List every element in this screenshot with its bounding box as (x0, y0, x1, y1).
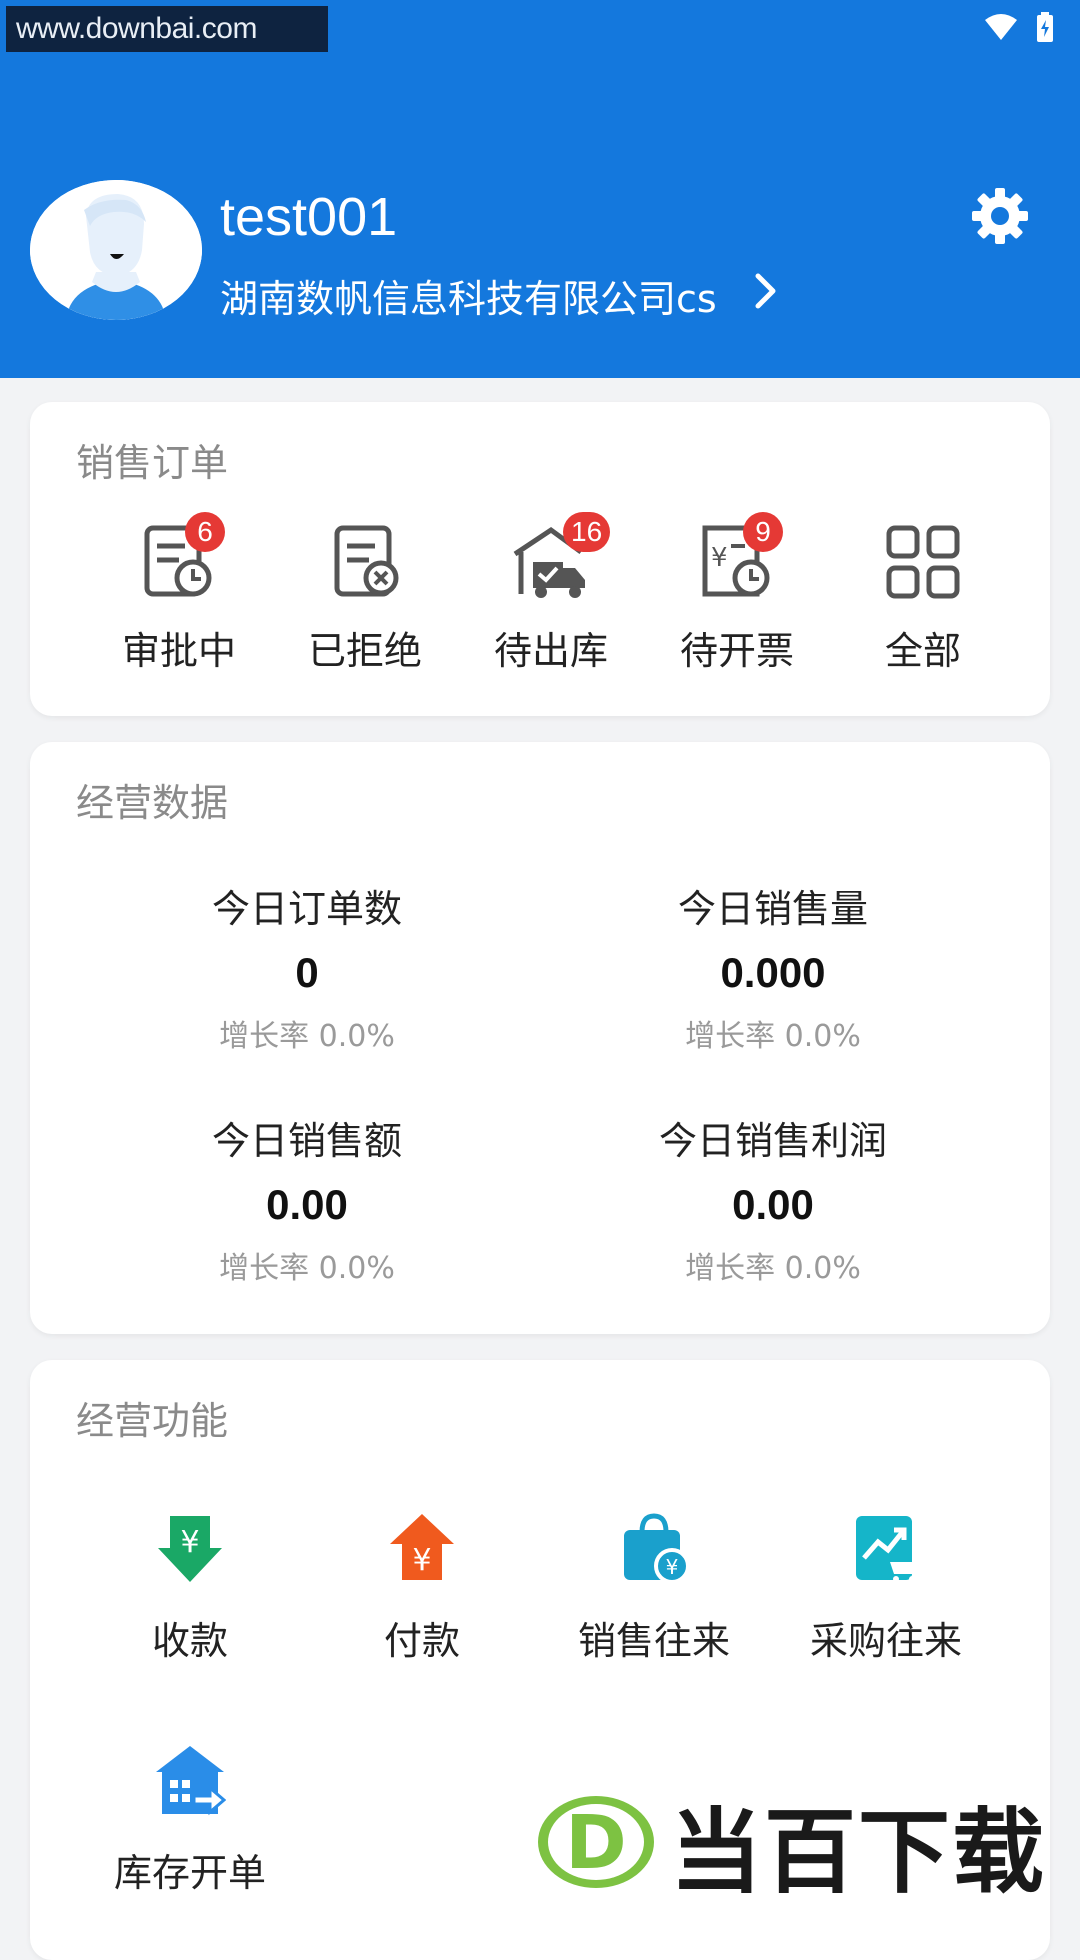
inventory-building-icon (154, 1744, 227, 1816)
func-inventory-order[interactable]: 库存开单 (74, 1744, 306, 1897)
stat-name: 今日销售额 (211, 1119, 402, 1163)
func-label: 收款 (151, 1619, 228, 1663)
invoice-clock-icon: ¥ 9 (697, 512, 783, 602)
sales-orders-card: 销售订单 6 审批中 已拒绝 16 待出库 ¥ 9 待开票 全部 (30, 402, 1050, 716)
svg-text:¥: ¥ (711, 543, 728, 573)
watermark-text: 当百下载 (670, 1799, 1047, 1906)
card-title: 经营数据 (76, 781, 229, 825)
avatar[interactable] (30, 180, 202, 320)
card-title: 销售订单 (76, 441, 229, 485)
order-status-label: 待出库 (493, 629, 608, 673)
svg-text:¥: ¥ (180, 1525, 199, 1560)
stat-today-sales-profit[interactable]: 今日销售利润 0.00 增长率 0.0% (540, 1110, 1006, 1287)
grid-icon (883, 522, 963, 602)
count-badge: 9 (743, 512, 783, 552)
company-link[interactable]: 湖南数帆信息科技有限公司cs (220, 268, 777, 323)
count-badge: 16 (563, 512, 611, 552)
stat-growth: 增长率 0.0% (685, 1251, 861, 1286)
business-data-card: 经营数据 今日订单数 0 增长率 0.0% 今日销售量 0.000 增长率 0.… (30, 742, 1050, 1334)
doc-reject-icon (325, 522, 405, 602)
stat-today-sales-volume[interactable]: 今日销售量 0.000 增长率 0.0% (540, 878, 1006, 1055)
purchase-chart-icon (850, 1512, 922, 1584)
order-status-label: 全部 (884, 629, 961, 673)
card-title: 经营功能 (76, 1399, 229, 1443)
stat-value: 0.00 (732, 1181, 814, 1228)
profile-header: www.downbai.com test001 湖南数帆信息科技有限公司cs (0, 0, 1080, 378)
url-watermark: www.downbai.com (6, 6, 328, 52)
logo-d-icon: D (538, 1796, 654, 1888)
order-status-pending-outbound[interactable]: 16 待出库 (458, 512, 644, 675)
stat-today-orders[interactable]: 今日订单数 0 增长率 0.0% (74, 878, 540, 1055)
order-status-rejected[interactable]: 已拒绝 (272, 522, 458, 675)
warehouse-truck-icon: 16 (511, 512, 611, 602)
stat-name: 今日销售量 (677, 887, 868, 931)
svg-text:¥: ¥ (412, 1543, 431, 1578)
stat-name: 今日销售利润 (658, 1119, 887, 1163)
stat-growth: 增长率 0.0% (685, 1019, 861, 1054)
receive-payment-icon: ¥ (154, 1512, 226, 1584)
stat-value: 0.00 (266, 1181, 348, 1228)
stat-value: 0 (295, 949, 319, 996)
chevron-right-icon (755, 273, 777, 318)
func-sales-dealings[interactable]: ¥ 销售往来 (538, 1512, 770, 1665)
count-badge: 6 (185, 512, 225, 552)
func-receive-payment[interactable]: ¥ 收款 (74, 1512, 306, 1665)
func-label: 采购往来 (809, 1619, 962, 1663)
wifi-icon (984, 13, 1018, 45)
order-status-label: 已拒绝 (307, 629, 422, 673)
company-name: 湖南数帆信息科技有限公司cs (220, 277, 717, 321)
order-status-approving[interactable]: 6 审批中 (86, 512, 272, 675)
order-status-grid: 6 审批中 已拒绝 16 待出库 ¥ 9 待开票 全部 (30, 512, 1050, 675)
stat-today-sales-amount[interactable]: 今日销售额 0.00 增长率 0.0% (74, 1110, 540, 1287)
stat-growth: 增长率 0.0% (219, 1251, 395, 1286)
func-label: 付款 (383, 1619, 460, 1663)
svg-text:¥: ¥ (666, 1555, 679, 1579)
username: test001 (220, 187, 398, 247)
order-status-label: 待开票 (679, 629, 794, 673)
watermark-logo: D 当百下载 (536, 1764, 1076, 1914)
doc-clock-icon: 6 (139, 512, 225, 602)
battery-icon (1036, 12, 1054, 46)
func-label: 库存开单 (113, 1851, 266, 1895)
func-purchase-dealings[interactable]: 采购往来 (770, 1512, 1002, 1665)
order-status-label: 审批中 (121, 629, 236, 673)
gear-icon[interactable] (970, 186, 1030, 246)
svg-text:D: D (565, 1800, 626, 1886)
stat-value: 0.000 (720, 949, 826, 996)
func-make-payment[interactable]: ¥ 付款 (306, 1512, 538, 1665)
func-label: 销售往来 (577, 1619, 730, 1663)
stat-growth: 增长率 0.0% (219, 1019, 395, 1054)
order-status-pending-invoice[interactable]: ¥ 9 待开票 (644, 512, 830, 675)
shopping-bag-icon: ¥ (618, 1512, 690, 1584)
order-status-all[interactable]: 全部 (830, 522, 1016, 675)
status-icons (984, 12, 1054, 46)
stat-name: 今日订单数 (211, 887, 402, 931)
make-payment-icon: ¥ (386, 1512, 458, 1584)
